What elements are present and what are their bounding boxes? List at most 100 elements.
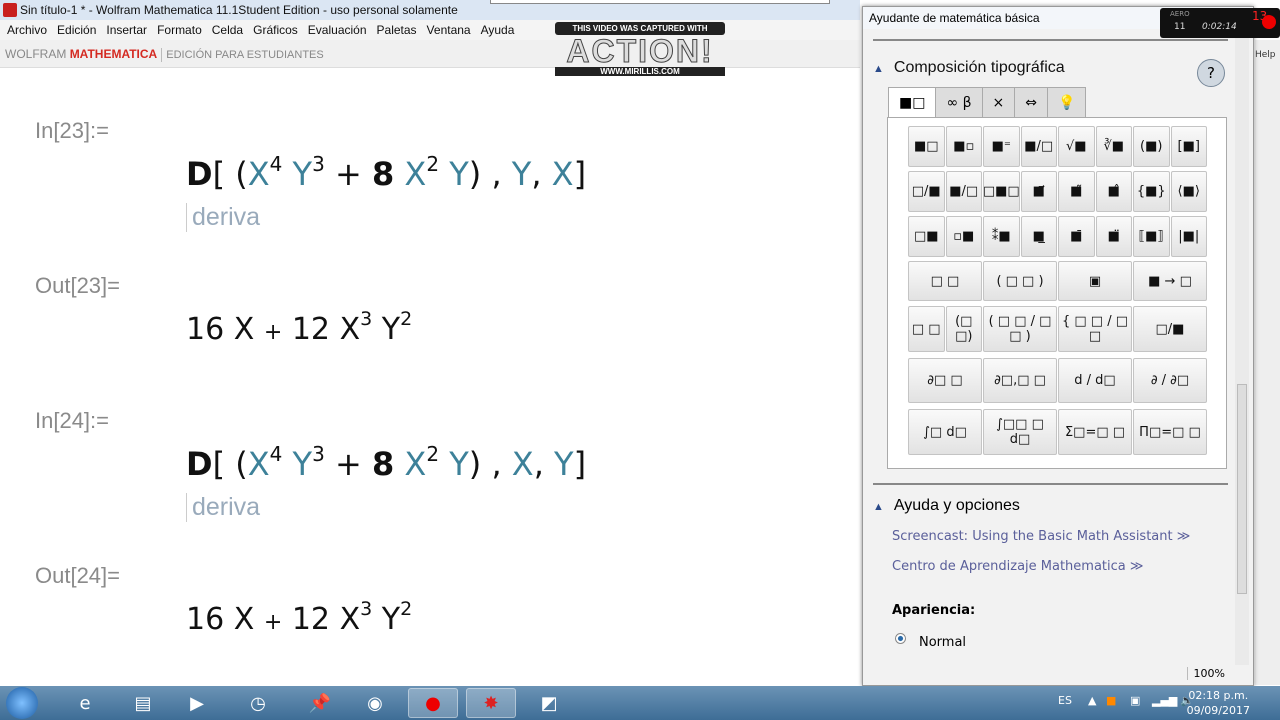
section-help-header[interactable]: ▲ Ayuda y opciones <box>873 497 1020 515</box>
number: 8 <box>371 155 395 193</box>
collapse-caret-icon[interactable]: ▲ <box>873 501 884 513</box>
notes-app-icon[interactable]: ◩ <box>524 688 574 718</box>
section-title: Composición tipográfica <box>893 59 1065 76</box>
template-button[interactable]: ■⁼ <box>983 126 1020 167</box>
clock[interactable]: 02:18 p.m. 09/09/2017 <box>1187 688 1250 718</box>
scrollbar-thumb[interactable] <box>1237 384 1247 594</box>
template-button[interactable]: [■] <box>1170 126 1207 167</box>
internet-explorer-icon[interactable]: e <box>60 688 110 718</box>
template-button[interactable]: ( □ □ ) <box>983 261 1057 301</box>
clock-app-icon[interactable]: ◷ <box>233 688 283 718</box>
comma: , <box>533 445 544 483</box>
template-button[interactable]: ∛■ <box>1095 126 1132 167</box>
var: Y <box>292 155 313 193</box>
record-icon[interactable] <box>1262 15 1276 29</box>
divider <box>161 47 163 62</box>
section-typesetting-header[interactable]: ▲ Composición tipográfica <box>873 59 1065 77</box>
var: X <box>247 155 270 193</box>
menu-formato[interactable]: Formato <box>157 23 202 37</box>
antivirus-icon[interactable]: ■ <box>1106 694 1116 707</box>
template-button[interactable]: ∂□ □ <box>908 358 982 403</box>
tab-greek-symbols[interactable]: ∞ β <box>935 87 983 117</box>
tab-templates[interactable]: ■□ <box>888 87 937 117</box>
template-button[interactable]: ■□ <box>908 126 945 167</box>
tab-tips[interactable]: 💡 <box>1046 87 1087 117</box>
template-button[interactable]: ■/□ <box>945 171 982 212</box>
number: 12 <box>291 312 331 347</box>
show-hidden-icons-icon[interactable]: ▲ <box>1088 694 1096 707</box>
menu-ayuda[interactable]: Ayuda <box>481 23 515 37</box>
template-button[interactable]: ■⃗ <box>1020 171 1057 212</box>
help-button[interactable]: ? <box>1197 59 1225 87</box>
template-button[interactable]: □■ <box>908 216 945 257</box>
template-button[interactable]: Π□=□ □ <box>1133 409 1207 455</box>
menu-graficos[interactable]: Gráficos <box>253 23 298 37</box>
media-player-icon[interactable]: ▶ <box>172 688 222 718</box>
network-icon[interactable]: ▂▄▆ <box>1152 694 1177 707</box>
menu-evaluacion[interactable]: Evaluación <box>308 23 367 37</box>
suggestion-hint[interactable]: deriva <box>186 203 260 232</box>
template-button[interactable]: (□ □) <box>945 306 982 352</box>
template-button[interactable]: (■) <box>1133 126 1170 167</box>
template-button[interactable]: □/■ <box>908 171 945 212</box>
template-button[interactable]: □/■ <box>1133 306 1207 352</box>
start-button[interactable] <box>6 687 38 719</box>
action-recorder-icon[interactable]: ● <box>408 688 458 718</box>
pin-app-icon[interactable]: 📌 <box>295 688 345 718</box>
section-title: Ayuda y opciones <box>893 497 1020 514</box>
appearance-normal-radio[interactable] <box>895 633 906 644</box>
input-cell[interactable]: D[ (X4 Y3 + 8 X2 Y) , Y, X] <box>186 152 586 193</box>
template-button[interactable]: d / d□ <box>1058 358 1132 403</box>
template-button[interactable]: ∫□ d□ <box>908 409 982 455</box>
template-button[interactable]: □■□ <box>983 171 1020 212</box>
template-button[interactable]: {■} <box>1133 171 1170 212</box>
template-button[interactable]: ■̲ <box>1020 216 1057 257</box>
tab-operators[interactable]: × <box>981 87 1016 117</box>
collapse-caret-icon[interactable]: ▲ <box>873 63 884 75</box>
template-button[interactable]: ■̄ <box>1058 216 1095 257</box>
template-button[interactable]: □ □ <box>908 306 945 352</box>
menu-celda[interactable]: Celda <box>212 23 243 37</box>
template-button[interactable]: ∂□,□ □ <box>983 358 1057 403</box>
recording-time: 0:02:14 <box>1202 22 1237 32</box>
menu-archivo[interactable]: Archivo <box>7 23 47 37</box>
mathematica-taskbar-icon[interactable]: ✸ <box>466 688 516 718</box>
suggestion-hint[interactable]: deriva <box>186 493 260 522</box>
template-button[interactable]: ⁑■ <box>983 216 1020 257</box>
template-button[interactable]: ▫■ <box>945 216 982 257</box>
tab-arrows[interactable]: ⇔ <box>1014 87 1048 117</box>
template-button[interactable]: √■ <box>1058 126 1095 167</box>
template-button[interactable]: ■ → □ <box>1133 261 1207 301</box>
template-button[interactable]: ⟦■⟧ <box>1133 216 1170 257</box>
zoom-level[interactable]: 100% <box>1186 667 1225 680</box>
input-cell[interactable]: D[ (X4 Y3 + 8 X2 Y) , X, Y] <box>186 442 586 483</box>
var: Y <box>449 155 469 193</box>
learning-center-link[interactable]: Centro de Aprendizaje Mathematica ≫ <box>892 559 1144 574</box>
template-button[interactable]: ■/□ <box>1020 126 1057 167</box>
var: Y <box>381 312 401 347</box>
palette-scrollbar[interactable] <box>1235 29 1249 665</box>
template-button[interactable]: ∂ / ∂□ <box>1133 358 1207 403</box>
template-button[interactable]: Σ□=□ □ <box>1058 409 1132 455</box>
template-button[interactable]: □ □ <box>908 261 982 301</box>
menu-paletas[interactable]: Paletas <box>377 23 417 37</box>
template-button[interactable]: ( □ □ / □ □ ) <box>983 306 1057 352</box>
template-button[interactable]: ■̈ <box>1095 216 1132 257</box>
menu-ventana[interactable]: Ventana <box>427 23 471 37</box>
menu-insertar[interactable]: Insertar <box>106 23 147 37</box>
template-button[interactable]: ■̃ <box>1058 171 1095 212</box>
language-indicator[interactable]: ES <box>1058 694 1072 707</box>
template-button[interactable]: ■▫ <box>945 126 982 167</box>
template-button[interactable]: ■̂ <box>1095 171 1132 212</box>
file-explorer-icon[interactable]: ▤ <box>118 688 168 718</box>
power-icon[interactable]: ▣ <box>1130 694 1140 707</box>
menu-edicion[interactable]: Edición <box>57 23 96 37</box>
template-button[interactable]: |■| <box>1170 216 1207 257</box>
template-button[interactable]: ▣ <box>1058 261 1132 301</box>
template-button[interactable]: { □ □ / □ □ <box>1058 306 1132 352</box>
help-label[interactable]: Help <box>1255 50 1276 60</box>
screencast-link[interactable]: Screencast: Using the Basic Math Assista… <box>892 529 1190 544</box>
chrome-icon[interactable]: ◉ <box>350 688 400 718</box>
template-button[interactable]: ⟨■⟩ <box>1170 171 1207 212</box>
template-button[interactable]: ∫□□ □ d□ <box>983 409 1057 455</box>
